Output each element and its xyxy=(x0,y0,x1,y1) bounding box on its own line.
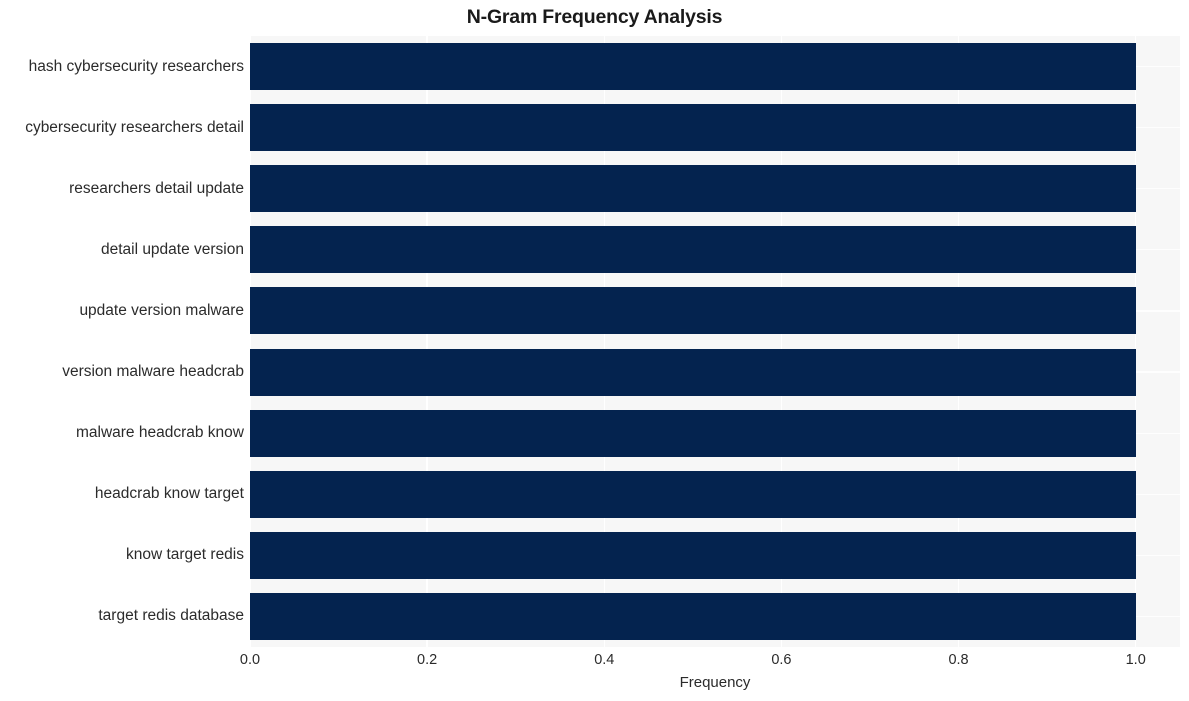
y-axis-tick-labels: hash cybersecurity researchers cybersecur… xyxy=(0,36,244,647)
bar[interactable] xyxy=(250,226,1136,274)
y-axis-tick-label: update version malware xyxy=(79,301,244,319)
x-axis-tick-label: 1.0 xyxy=(1125,652,1146,668)
y-axis-tick-label: cybersecurity researchers detail xyxy=(25,118,244,136)
x-axis-tick-label: 0.0 xyxy=(239,652,261,668)
y-axis-tick-label: target redis database xyxy=(98,607,244,625)
bar[interactable] xyxy=(250,409,1136,457)
y-axis-tick-label: headcrab know target xyxy=(94,485,244,503)
x-axis-tick-labels: 0.0 0.2 0.4 0.6 0.8 1.0 xyxy=(0,650,1189,672)
bar[interactable] xyxy=(250,592,1136,640)
bar[interactable] xyxy=(250,104,1136,152)
y-axis-tick-label: version malware headcrab xyxy=(62,363,244,381)
x-axis-tick-label: 0.6 xyxy=(771,652,792,668)
y-axis-tick-label: malware headcrab know xyxy=(75,424,244,442)
x-axis-title: Frequency xyxy=(679,674,751,691)
chart-title: N-Gram Frequency Analysis xyxy=(466,6,723,28)
chart-figure: N-Gram Frequency Analysis hash cybersecu… xyxy=(0,0,1189,701)
bar[interactable] xyxy=(250,287,1136,335)
bar[interactable] xyxy=(250,470,1136,518)
bar[interactable] xyxy=(250,43,1136,91)
bar[interactable] xyxy=(250,531,1136,579)
y-axis-tick-label: know target redis xyxy=(125,546,244,564)
y-axis-tick-label: detail update version xyxy=(100,240,244,258)
bar[interactable] xyxy=(250,348,1136,396)
x-axis-tick-label: 0.4 xyxy=(594,652,615,668)
x-axis-tick-label: 0.2 xyxy=(417,652,438,668)
x-axis-tick-label: 0.8 xyxy=(948,652,969,668)
y-axis-tick-label: hash cybersecurity researchers xyxy=(28,57,244,75)
bar[interactable] xyxy=(250,165,1136,213)
plot-area xyxy=(250,36,1180,647)
y-axis-tick-label: researchers detail update xyxy=(69,179,244,197)
